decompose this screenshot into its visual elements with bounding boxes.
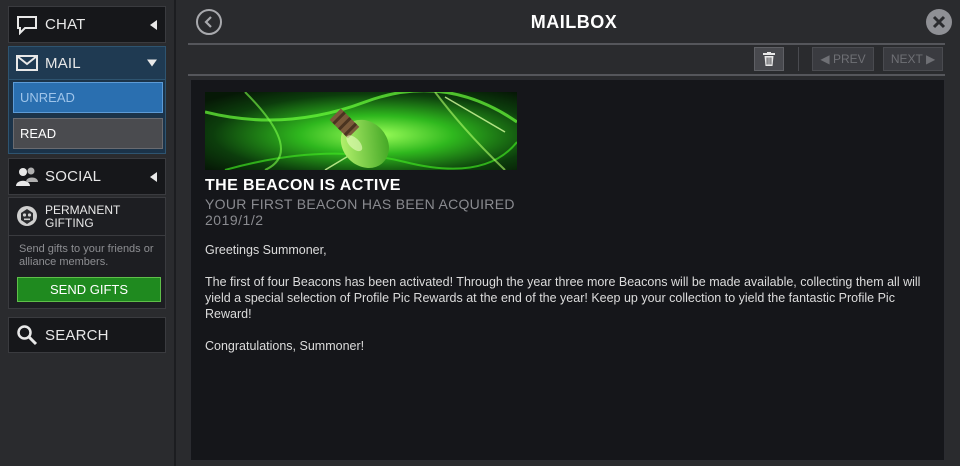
sidebar-item-chat[interactable]: CHAT (8, 6, 166, 43)
page-title: MAILBOX (530, 12, 618, 32)
gifting-title-line2: GIFTING (45, 216, 94, 230)
magnifier-icon (15, 323, 39, 347)
divider (9, 235, 165, 236)
trash-icon (763, 52, 775, 66)
message-greeting: Greetings Summoner, (205, 243, 327, 257)
beacon-banner-image (205, 92, 517, 170)
triangle-right-icon: ▶ (925, 52, 936, 66)
envelope-icon (15, 51, 39, 75)
triangle-left-icon: ◀ (820, 52, 830, 66)
prev-button[interactable]: ◀ PREV (812, 47, 874, 71)
mail-filter-panel: UNREAD READ (8, 80, 166, 154)
toolbar-divider (798, 47, 799, 71)
sidebar-item-label: CHAT (45, 16, 86, 33)
sidebar-item-social[interactable]: SOCIAL (8, 158, 166, 195)
caret-left-icon (150, 19, 157, 30)
sidebar-item-label: SEARCH (45, 326, 109, 344)
gifting-header: PERMANENT GIFTING (15, 204, 120, 233)
send-gifts-button[interactable]: SEND GIFTS (17, 277, 161, 302)
close-icon (932, 15, 946, 29)
message-title: THE BEACON IS ACTIVE (205, 177, 401, 194)
message-date: 2019/1/2 (205, 212, 264, 228)
message-subtitle: YOUR FIRST BEACON HAS BEEN ACQUIRED (205, 196, 515, 212)
mail-message: THE BEACON IS ACTIVE YOUR FIRST BEACON H… (190, 79, 945, 461)
people-icon (15, 165, 39, 189)
filter-unread-button[interactable]: UNREAD (13, 82, 163, 113)
close-button[interactable] (926, 9, 952, 35)
mail-toolbar: ◀ PREV NEXT ▶ (188, 45, 945, 75)
toolbar-divider-line (188, 74, 945, 76)
message-paragraph: The first of four Beacons has been activ… (205, 275, 921, 321)
speech-bubble-icon (15, 13, 39, 37)
filter-read-button[interactable]: READ (13, 118, 163, 149)
mailbox-header: MAILBOX (188, 0, 960, 44)
gift-emblem-icon (15, 204, 39, 233)
sidebar-item-label: MAIL (45, 54, 81, 72)
message-closing: Congratulations, Summoner! (205, 339, 365, 353)
next-label: NEXT (890, 52, 923, 66)
next-button[interactable]: NEXT ▶ (883, 47, 943, 71)
sidebar: CHAT MAIL UNREAD READ SOCIAL PERMANENT G… (0, 0, 172, 466)
right-edge-strip (946, 79, 960, 466)
gifting-title: PERMANENT GIFTING (45, 204, 120, 230)
sidebar-item-mail[interactable]: MAIL (8, 46, 166, 80)
caret-left-icon (150, 171, 157, 182)
permanent-gifting-panel: PERMANENT GIFTING Send gifts to your fri… (8, 197, 166, 309)
delete-button[interactable] (754, 47, 784, 71)
filter-label: UNREAD (20, 90, 75, 105)
sidebar-item-search[interactable]: SEARCH (8, 317, 166, 353)
filter-label: READ (20, 126, 57, 141)
gifting-description: Send gifts to your friends or alliance m… (19, 243, 154, 268)
sidebar-item-label: SOCIAL (45, 168, 102, 185)
prev-label: PREV (832, 52, 866, 66)
message-body: Greetings Summoner, The first of four Be… (205, 242, 935, 370)
caret-down-icon (147, 59, 157, 67)
panel-divider (174, 0, 176, 466)
mailbox-screen: CHAT MAIL UNREAD READ SOCIAL PERMANENT G… (0, 0, 960, 466)
